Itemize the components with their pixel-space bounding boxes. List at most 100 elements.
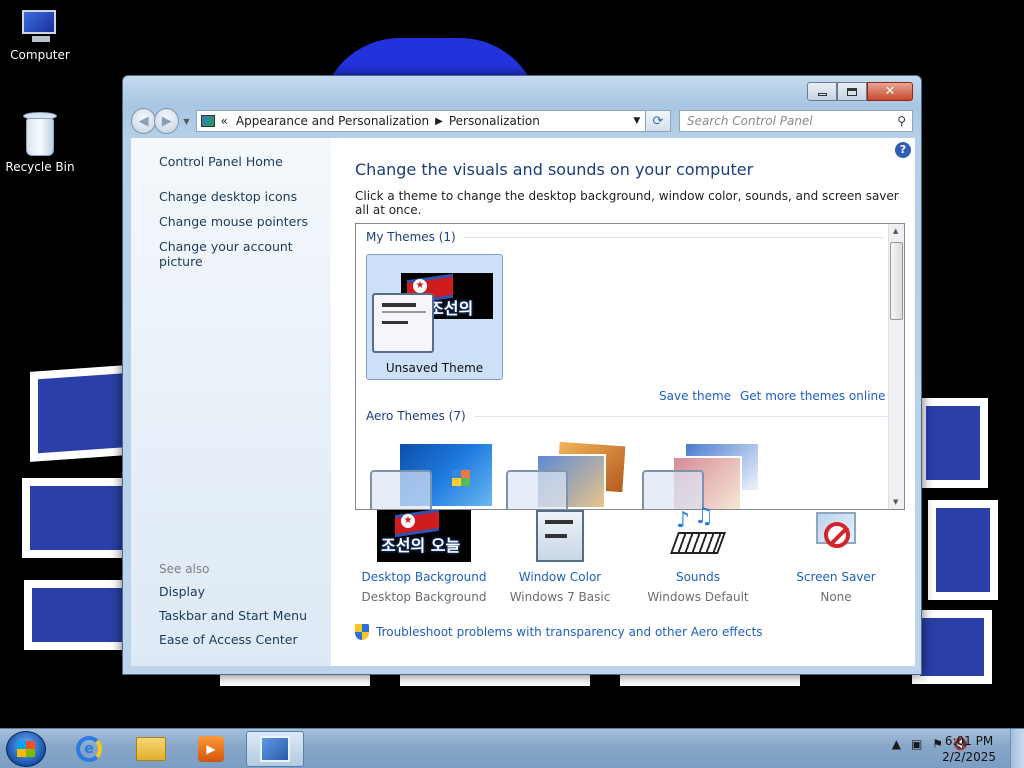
wallpaper-shape: [912, 610, 992, 684]
window-controls: ✕: [807, 82, 913, 101]
wallpaper-shape: [918, 398, 988, 488]
scrollbar-thumb[interactable]: [890, 242, 903, 320]
recycle-bin-icon: [23, 112, 57, 156]
window-preview-icon: [372, 293, 434, 353]
window-color-icon: [536, 510, 584, 562]
start-button[interactable]: [6, 731, 46, 767]
windows-logo-icon: [452, 470, 470, 486]
page-title: Change the visuals and sounds on your co…: [355, 160, 754, 179]
theme-options: ★ 조선의 오늘 Desktop Background Desktop Back…: [355, 506, 915, 605]
theme-tile-unsaved[interactable]: ★ 조선의 오늘 Unsaved Theme: [366, 254, 503, 380]
taskbar-windows-explorer[interactable]: [122, 731, 180, 767]
troubleshoot-link[interactable]: Troubleshoot problems with transparency …: [376, 625, 763, 639]
breadcrumb-personalization[interactable]: Personalization: [449, 114, 540, 128]
theme-tile-aero[interactable]: [506, 439, 636, 509]
address-bar[interactable]: « Appearance and Personalization ▶ Perso…: [195, 110, 646, 132]
screen-saver-value: None: [820, 590, 852, 604]
see-also-ease-of-access[interactable]: Ease of Access Center: [159, 632, 307, 647]
clock-time: 6:01 PM: [944, 734, 994, 748]
flag-star-icon: ★: [413, 279, 427, 293]
wallpaper-shape: [928, 500, 998, 600]
troubleshoot-row: Troubleshoot problems with transparency …: [355, 624, 763, 640]
maximize-icon: [847, 87, 857, 96]
back-arrow-icon: ◀: [138, 113, 149, 129]
sounds-link[interactable]: Sounds: [629, 570, 767, 584]
search-placeholder: Search Control Panel: [686, 114, 813, 128]
window-body: Control Panel Home Change desktop icons …: [131, 138, 915, 666]
minimize-button[interactable]: [807, 82, 837, 101]
breadcrumb-separator-icon[interactable]: ▶: [435, 116, 443, 127]
desktop-icon-computer[interactable]: Computer: [0, 8, 80, 62]
internet-explorer-icon: e: [76, 736, 102, 762]
desktop-background-link[interactable]: Desktop Background: [355, 570, 493, 584]
theme-tile-aero[interactable]: [370, 442, 500, 509]
sidebar: Control Panel Home Change desktop icons …: [131, 138, 331, 666]
sounds-option[interactable]: ♪ ♫ Sounds Windows Default: [629, 506, 767, 605]
scroll-up-icon[interactable]: ▲: [893, 227, 898, 235]
my-themes-label: My Themes (1): [366, 230, 456, 244]
desktop-icon-label: Recycle Bin: [5, 160, 75, 174]
sidebar-link-desktop-icons[interactable]: Change desktop icons: [159, 189, 331, 204]
theme-tile-aero[interactable]: [642, 442, 772, 509]
screen-saver-option[interactable]: Screen Saver None: [767, 510, 905, 604]
clock[interactable]: 6:01 PM 2/2/2025: [942, 733, 996, 765]
maximize-button[interactable]: [837, 82, 867, 101]
breadcrumb-prefix[interactable]: «: [221, 114, 228, 128]
breadcrumb-appearance[interactable]: Appearance and Personalization: [236, 114, 429, 128]
desktop-background-option[interactable]: ★ 조선의 오늘 Desktop Background Desktop Back…: [355, 510, 493, 604]
banner-text: 조선의 오늘: [429, 299, 474, 318]
sidebar-link-account-picture[interactable]: Change your account picture: [159, 239, 331, 269]
control-panel-icon: [200, 115, 215, 127]
desktop-icon-label: Computer: [10, 48, 70, 62]
window-color-option[interactable]: Window Color Windows 7 Basic: [491, 510, 629, 604]
desktop-icon-recycle-bin[interactable]: Recycle Bin: [0, 112, 80, 174]
music-note-icon: ♫: [694, 504, 714, 529]
forward-arrow-icon: ▶: [161, 113, 172, 129]
screen-saver-icon: [812, 510, 860, 562]
theme-name: Unsaved Theme: [385, 361, 484, 375]
banner-text: 조선의 오늘: [381, 536, 461, 555]
scroll-down-icon[interactable]: ▼: [893, 498, 898, 506]
media-player-icon: ▶: [198, 736, 224, 762]
close-button[interactable]: ✕: [867, 82, 913, 101]
sounds-icon: ♪ ♫: [669, 506, 727, 562]
taskbar-control-panel[interactable]: [246, 731, 304, 767]
see-also-header: See also: [159, 562, 210, 576]
clock-date: 2/2/2025: [942, 750, 996, 764]
minimize-icon: [817, 93, 827, 96]
sidebar-link-mouse-pointers[interactable]: Change mouse pointers: [159, 214, 331, 229]
taskbar-media-player[interactable]: ▶: [182, 731, 240, 767]
flag-star-icon: ★: [401, 514, 415, 528]
sidebar-link-control-panel-home[interactable]: Control Panel Home: [159, 154, 331, 169]
get-more-themes-link[interactable]: Get more themes online: [740, 389, 886, 403]
back-button[interactable]: ◀: [131, 108, 157, 134]
search-input[interactable]: Search Control Panel ⚲: [678, 110, 914, 132]
screen-saver-link[interactable]: Screen Saver: [767, 570, 905, 584]
recent-pages-dropdown-icon[interactable]: ▼: [183, 117, 189, 126]
see-also-taskbar[interactable]: Taskbar and Start Menu: [159, 608, 307, 623]
save-theme-link[interactable]: Save theme: [659, 389, 731, 403]
show-desktop-button[interactable]: [1010, 729, 1024, 768]
taskbar-internet-explorer[interactable]: e: [60, 731, 118, 767]
desktop-background-icon: ★ 조선의 오늘: [377, 510, 471, 562]
window-color-value: Windows 7 Basic: [509, 590, 611, 604]
see-also-display[interactable]: Display: [159, 584, 307, 599]
windows-logo-icon: [17, 741, 35, 757]
my-themes-header: My Themes (1): [366, 230, 884, 244]
personalization-window: ✕ ◀ ▶ ▼ « Appearance and Personalization…: [122, 75, 922, 675]
computer-icon: [18, 8, 62, 44]
forward-button[interactable]: ▶: [154, 108, 180, 134]
window-color-link[interactable]: Window Color: [491, 570, 629, 584]
network-icon[interactable]: ▣: [911, 737, 922, 751]
address-dropdown-icon[interactable]: ▼: [629, 116, 645, 126]
see-also-section: See also Display Taskbar and Start Menu …: [159, 562, 307, 656]
folder-icon: [136, 737, 166, 761]
show-hidden-icon[interactable]: ▲: [892, 737, 901, 751]
main-content: ? Change the visuals and sounds on your …: [331, 138, 915, 666]
themes-scrollbar[interactable]: ▲ ▼: [888, 224, 904, 509]
help-icon[interactable]: ?: [895, 142, 911, 158]
refresh-button[interactable]: ⟳: [645, 110, 671, 132]
sounds-value: Windows Default: [647, 590, 749, 604]
themes-list[interactable]: My Themes (1) ★ 조선의 오늘 Unsaved Theme Sav…: [355, 223, 905, 510]
search-icon[interactable]: ⚲: [897, 114, 906, 128]
